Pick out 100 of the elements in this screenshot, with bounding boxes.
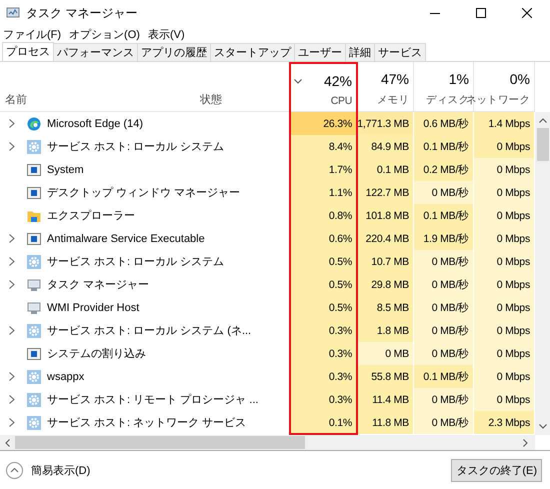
table-cell: 0.6 MB/秒 bbox=[414, 112, 473, 135]
expand-chevron-icon[interactable] bbox=[9, 372, 15, 381]
process-name[interactable]: サービス ホスト: リモート プロシージャ ... bbox=[47, 392, 258, 407]
gear-icon bbox=[27, 416, 41, 430]
tab[interactable]: パフォーマンス bbox=[53, 43, 138, 61]
process-name[interactable]: エクスプローラー bbox=[47, 208, 135, 223]
scrollbar-thumb[interactable] bbox=[15, 436, 305, 449]
window-title: タスク マネージャー bbox=[26, 4, 138, 22]
expand-chevron-icon[interactable] bbox=[9, 395, 15, 404]
tab[interactable]: サービス bbox=[374, 43, 426, 61]
tab[interactable]: アプリの履歴 bbox=[137, 43, 211, 61]
collapse-circle-icon[interactable] bbox=[6, 462, 23, 478]
menu-item[interactable]: オプション(O) bbox=[69, 27, 140, 42]
expand-chevron-icon[interactable] bbox=[9, 326, 15, 335]
window-icon bbox=[27, 162, 41, 176]
table-cell: 8.4% bbox=[290, 135, 356, 158]
table-cell: 0 Mbps bbox=[474, 388, 534, 411]
table-cell: 0.1% bbox=[290, 411, 356, 434]
tab[interactable]: プロセス bbox=[2, 42, 54, 61]
expand-chevron-icon[interactable] bbox=[9, 142, 15, 151]
column-header[interactable]: 名前 bbox=[5, 92, 27, 107]
table-cell: 0 Mbps bbox=[474, 342, 534, 365]
scroll-right-icon[interactable] bbox=[523, 438, 528, 446]
scroll-down-icon[interactable] bbox=[538, 424, 546, 429]
gear-icon bbox=[27, 370, 41, 384]
expand-chevron-icon[interactable] bbox=[9, 234, 15, 243]
menu-item[interactable]: 表示(V) bbox=[148, 27, 185, 42]
scrollbar-thumb[interactable] bbox=[536, 128, 548, 161]
column-header[interactable]: ネットワーク bbox=[466, 93, 530, 107]
menu-item[interactable]: ファイル(F) bbox=[3, 27, 62, 42]
table-cell: 0 MB bbox=[357, 342, 413, 365]
process-name[interactable]: サービス ホスト: ローカル システム (ネ... bbox=[47, 323, 252, 338]
process-name[interactable]: サービス ホスト: ローカル システム bbox=[47, 139, 224, 154]
browser-logo-icon bbox=[27, 116, 41, 130]
process-name[interactable]: タスク マネージャー bbox=[47, 277, 150, 292]
table-cell: 0.1 MB bbox=[357, 158, 413, 181]
table-cell: 0 Mbps bbox=[474, 296, 534, 319]
process-name[interactable]: デスクトップ ウィンドウ マネージャー bbox=[47, 185, 240, 200]
table-cell: 11.8 MB bbox=[357, 411, 413, 434]
column-header[interactable]: メモリ bbox=[376, 93, 409, 107]
fewer-details-link[interactable]: 簡易表示(D) bbox=[31, 462, 90, 478]
table-cell: 1,771.3 MB bbox=[357, 112, 413, 135]
table-cell: 0 Mbps bbox=[474, 204, 534, 227]
maximize-icon bbox=[476, 8, 486, 18]
table-cell: 1.8 MB bbox=[357, 319, 413, 342]
table-cell: 8.5 MB bbox=[357, 296, 413, 319]
process-name[interactable]: Antimalware Service Executable bbox=[47, 232, 205, 244]
tab[interactable]: 詳細 bbox=[345, 43, 375, 61]
tab[interactable]: スタートアップ bbox=[210, 43, 295, 61]
table-cell: 84.9 MB bbox=[357, 135, 413, 158]
table-cell: 0.3% bbox=[290, 365, 356, 388]
table-cell: 0.3% bbox=[290, 319, 356, 342]
table-cell: 1.9 MB/秒 bbox=[414, 227, 473, 250]
process-name[interactable]: wsappx bbox=[47, 370, 84, 382]
gear-icon bbox=[27, 392, 41, 406]
table-cell: 0.1 MB/秒 bbox=[414, 135, 473, 158]
gear-icon bbox=[27, 254, 41, 268]
table-cell: 0 MB/秒 bbox=[414, 319, 473, 342]
process-name[interactable]: Microsoft Edge (14) bbox=[47, 118, 143, 130]
expand-chevron-icon[interactable] bbox=[9, 119, 15, 128]
table-cell: 0.5% bbox=[290, 273, 356, 296]
end-task-button[interactable]: タスクの終了(E) bbox=[451, 458, 542, 482]
process-name[interactable]: WMI Provider Host bbox=[47, 302, 140, 314]
table-cell: 1.1% bbox=[290, 181, 356, 204]
table-cell: 1.4 Mbps bbox=[474, 112, 534, 135]
scroll-left-icon[interactable] bbox=[5, 438, 10, 446]
column-total: 47% bbox=[380, 71, 409, 87]
window-icon bbox=[27, 346, 41, 360]
window-icon bbox=[27, 232, 41, 246]
column-header[interactable]: 状態 bbox=[200, 92, 222, 107]
gear-icon bbox=[27, 324, 41, 338]
scroll-up-icon[interactable] bbox=[538, 118, 546, 123]
table-cell: 0 Mbps bbox=[474, 250, 534, 273]
tab[interactable]: ユーザー bbox=[294, 43, 346, 61]
table-cell: 0.2 MB/秒 bbox=[414, 158, 473, 181]
gear-icon bbox=[27, 140, 41, 154]
process-name[interactable]: システムの割り込み bbox=[47, 346, 146, 361]
table-cell: 0 MB/秒 bbox=[414, 250, 473, 273]
process-name[interactable]: System bbox=[47, 164, 84, 176]
process-name[interactable]: サービス ホスト: ネットワーク サービス bbox=[47, 415, 246, 430]
table-cell: 0 Mbps bbox=[474, 181, 534, 204]
table-cell: 0 Mbps bbox=[474, 158, 534, 181]
table-cell: 0.5% bbox=[290, 250, 356, 273]
table-cell: 220.4 MB bbox=[357, 227, 413, 250]
column-header[interactable]: CPU bbox=[330, 95, 352, 107]
expand-chevron-icon[interactable] bbox=[9, 257, 15, 266]
expand-chevron-icon[interactable] bbox=[9, 280, 15, 289]
table-cell: 0.5% bbox=[290, 296, 356, 319]
expand-chevron-icon[interactable] bbox=[9, 418, 15, 427]
table-cell: 0 MB/秒 bbox=[414, 342, 473, 365]
column-total: 42% bbox=[324, 73, 352, 89]
folder-icon bbox=[27, 208, 41, 222]
table-cell: 0.6% bbox=[290, 227, 356, 250]
table-cell: 0.8% bbox=[290, 204, 356, 227]
process-name[interactable]: サービス ホスト: ローカル システム bbox=[47, 254, 224, 269]
table-cell: 10.7 MB bbox=[357, 250, 413, 273]
monitor-icon bbox=[27, 278, 41, 292]
table-cell: 0.3% bbox=[290, 388, 356, 411]
table-cell: 122.7 MB bbox=[357, 181, 413, 204]
table-cell: 2.3 Mbps bbox=[474, 411, 534, 434]
